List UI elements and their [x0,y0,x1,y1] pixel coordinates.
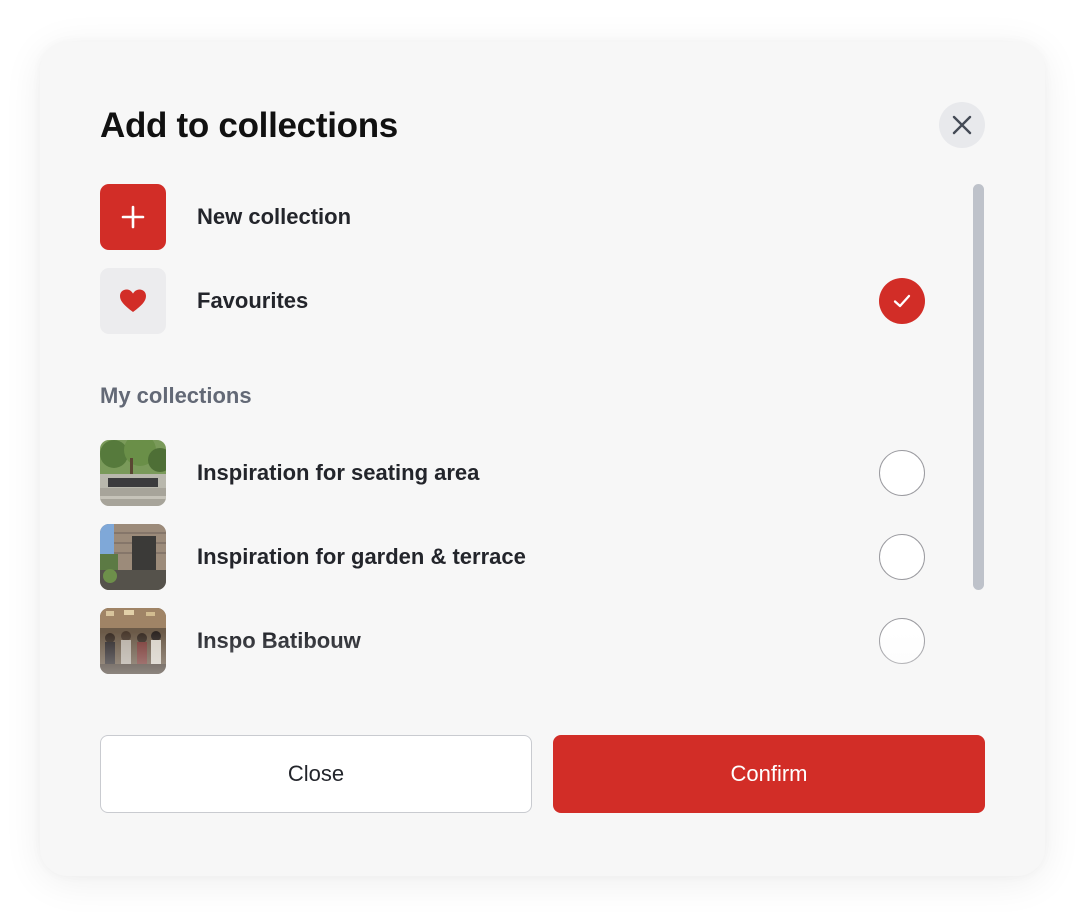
confirm-button[interactable]: Confirm [553,735,985,813]
checkmark-icon [893,294,911,308]
collection-thumbnail [100,608,166,674]
collection-label: Inspiration for seating area [197,460,480,485]
scrollbar[interactable] [973,184,984,590]
dialog-title: Add to collections [100,106,398,145]
collection-label: Inspiration for garden & terrace [197,544,526,569]
collection-item[interactable]: Inspiration for seating area [100,440,925,506]
my-collections-heading: My collections [100,383,252,408]
collection-item[interactable]: Inspo Batibouw [100,608,925,674]
heart-icon [120,289,146,312]
new-collection-label: New collection [197,204,352,229]
close-dialog-button[interactable] [939,102,985,148]
close-icon [952,115,972,135]
favourites-checkbox[interactable] [879,278,925,324]
favourites-tile [100,268,166,334]
close-button[interactable]: Close [100,735,532,813]
collection-item[interactable]: Inspiration for garden & terrace [100,524,925,590]
collection-label: Inspo Batibouw [197,628,361,653]
favourites-item[interactable]: Favourites [100,268,925,334]
add-to-collections-dialog: Add to collections New collection Favour… [40,42,1045,876]
plus-icon [121,205,145,229]
collection-checkbox[interactable] [879,534,925,580]
new-collection-tile [100,184,166,250]
collection-checkbox[interactable] [879,618,925,664]
favourites-label: Favourites [197,288,309,313]
collection-checkbox[interactable] [879,450,925,496]
collection-thumbnail [100,440,166,506]
collection-thumbnail [100,524,166,590]
new-collection-item[interactable]: New collection [100,184,925,250]
